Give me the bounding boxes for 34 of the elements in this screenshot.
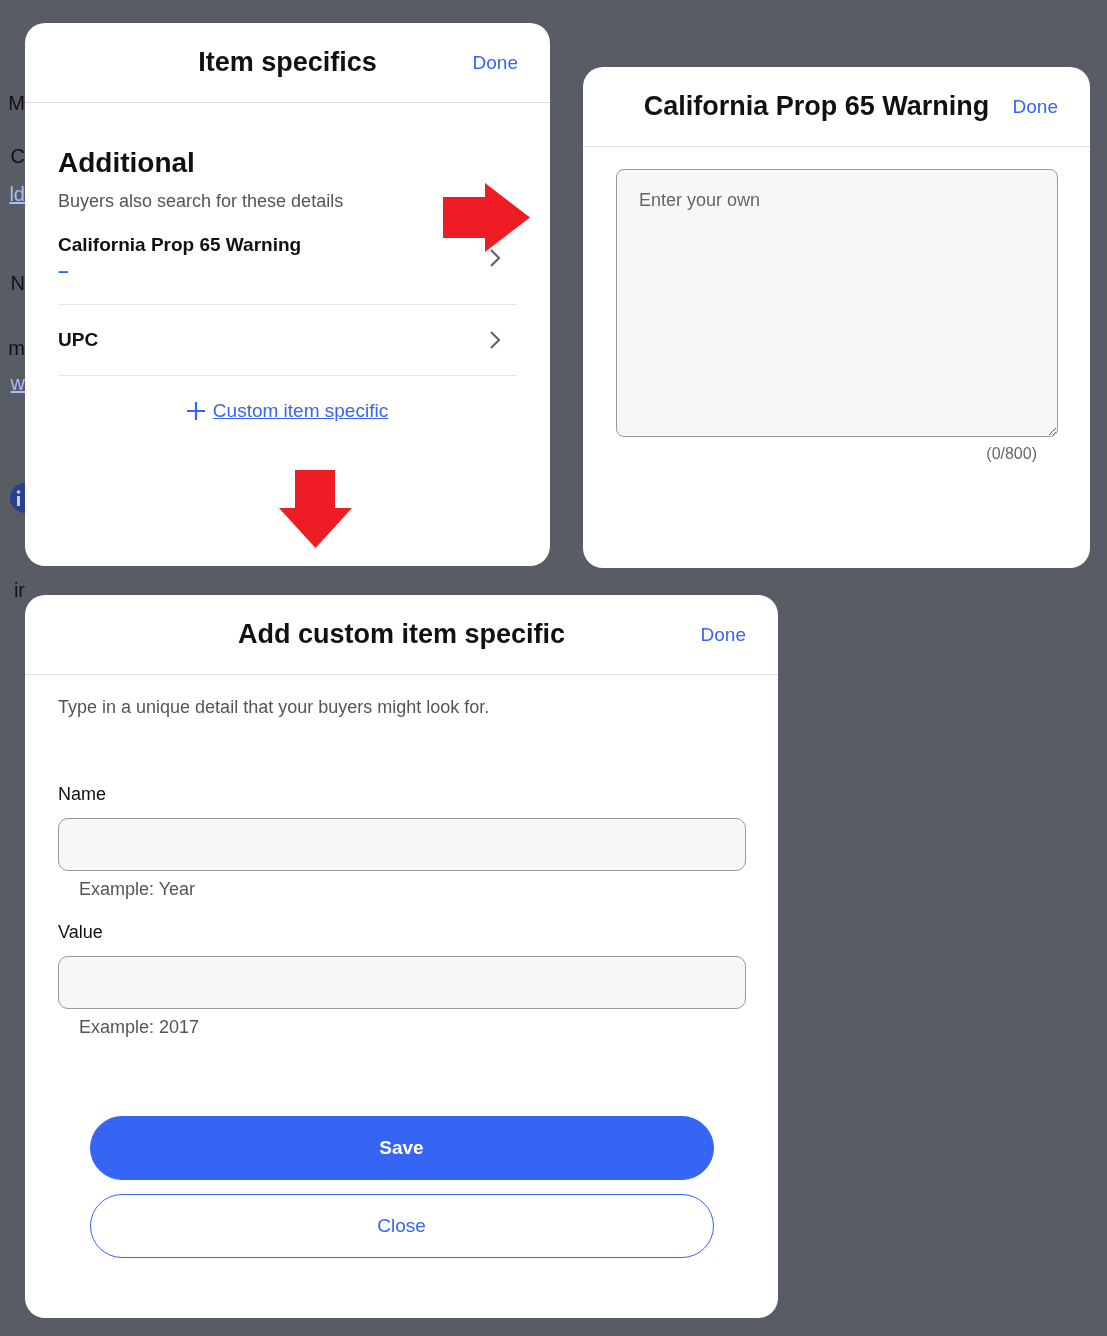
text-area[interactable]: Enter your own xyxy=(616,169,1058,437)
plus-icon xyxy=(186,402,205,420)
section-subtitle: Buyers also search for these details xyxy=(58,191,345,212)
text-input[interactable] xyxy=(58,818,746,871)
background-text: C xyxy=(10,145,25,168)
background-text: N xyxy=(10,272,25,295)
item-specific-row[interactable]: UPC xyxy=(58,305,517,376)
background-text: M xyxy=(8,92,25,115)
done-button[interactable]: Done xyxy=(472,51,518,74)
field-label: Value xyxy=(58,922,104,943)
helper-text: Example: 2017 xyxy=(79,1017,201,1038)
section-title: Additional xyxy=(58,147,196,179)
character-counter: (0/800) xyxy=(986,445,1037,463)
custom-item-specific-link[interactable]: Custom item specific xyxy=(212,400,389,422)
panel-title: Add custom item specific xyxy=(237,619,566,650)
panel-title: Item specifics xyxy=(198,47,377,78)
done-button[interactable]: Done xyxy=(700,623,746,646)
panel-title: California Prop 65 Warning xyxy=(643,91,990,122)
close-button[interactable]: Close xyxy=(89,1194,714,1258)
description-text: Type in a unique detail that your buyers might look for. xyxy=(58,697,491,718)
row-value: – xyxy=(58,260,70,282)
field-label: Name xyxy=(58,784,107,805)
chevron-right-icon xyxy=(489,248,501,268)
chevron-right-icon xyxy=(489,330,501,350)
row-label: California Prop 65 Warning xyxy=(58,234,302,256)
down-arrow-icon xyxy=(279,470,352,548)
done-button[interactable]: Done xyxy=(1012,95,1058,118)
right-arrow-icon xyxy=(443,183,530,252)
background-text: m xyxy=(8,337,25,360)
row-label: UPC xyxy=(58,329,99,351)
background-text: ir xyxy=(13,579,25,602)
text-input[interactable] xyxy=(58,956,746,1009)
save-button[interactable]: Save xyxy=(89,1116,714,1180)
helper-text: Example: Year xyxy=(79,879,197,900)
